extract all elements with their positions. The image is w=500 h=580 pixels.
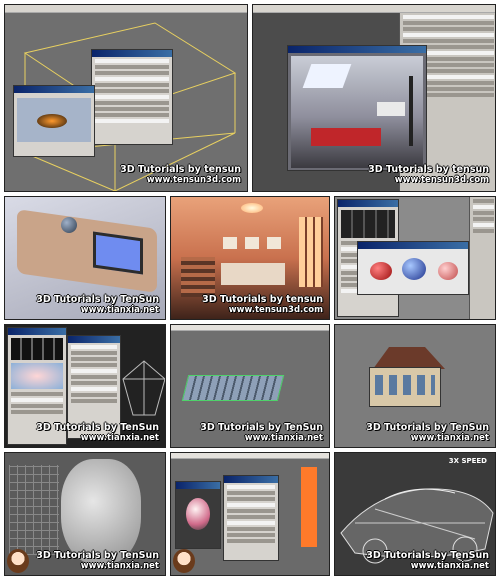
- app-menubar: [171, 325, 329, 331]
- caption-title: 3D Tutorials by tensun: [368, 164, 489, 175]
- tutorial-thumb-face-model[interactable]: 3D Tutorials by TenSun www.tianxia.net: [4, 452, 166, 576]
- caption-url: www.tianxia.net: [244, 433, 323, 443]
- watermark-caption: 3D Tutorials by TenSun www.tianxia.net: [366, 550, 489, 572]
- window-wall: [299, 217, 323, 287]
- tutorial-thumb-house-model[interactable]: 3D Tutorials by TenSun www.tianxia.net: [334, 324, 496, 448]
- material-slots: [341, 210, 395, 238]
- tutorial-thumb-building-viewport[interactable]: 3D Tutorials by TenSun www.tianxia.net: [170, 324, 330, 448]
- caption-title: 3D Tutorials by TenSun: [200, 422, 323, 433]
- attic-render-image: [291, 56, 423, 168]
- caption-url: www.tianxia.net: [80, 433, 159, 443]
- wall-frames: [223, 237, 283, 249]
- orange-panel: [301, 467, 317, 547]
- staircase: [181, 257, 215, 297]
- tutorial-thumb-device-model[interactable]: 3D Tutorials by TenSun www.tianxia.net: [4, 196, 166, 320]
- watermark-caption: 3D Tutorials by TenSun www.tianxia.net: [36, 422, 159, 444]
- tutorial-thumb-bedroom-render[interactable]: 3D Tutorials by tensun www.tensun3d.com: [170, 196, 330, 320]
- tutorial-thumb-glass-render[interactable]: [170, 452, 330, 576]
- app-menubar: [171, 453, 329, 459]
- watermark-caption: 3D Tutorials by tensun www.tensun3d.com: [368, 164, 489, 186]
- tutorial-thumb-gem-material[interactable]: 3D Tutorials by TenSun www.tianxia.net: [4, 324, 166, 448]
- render-frame-window[interactable]: [287, 45, 427, 171]
- blue-teapot: [402, 258, 426, 280]
- watermark-caption: 3D Tutorials by TenSun www.tianxia.net: [36, 550, 159, 572]
- building-model: [181, 375, 285, 401]
- caption-url: www.tianxia.net: [410, 561, 489, 571]
- app-menubar: [5, 5, 247, 13]
- tutorial-thumb-attic-render[interactable]: 3D Tutorials by tensun www.tensun3d.com: [252, 4, 496, 192]
- device-trackball: [61, 217, 77, 233]
- caption-title: 3D Tutorials by TenSun: [366, 422, 489, 433]
- gem-preview: [11, 363, 63, 389]
- ceiling-light: [241, 203, 263, 213]
- tutorial-thumb-render-dialog[interactable]: 3D Tutorials by tensun www.tensun3d.com: [4, 4, 248, 192]
- bed: [221, 263, 285, 285]
- grid-background: [9, 465, 59, 555]
- watermark-caption: 3D Tutorials by TenSun www.tianxia.net: [366, 422, 489, 444]
- caption-title: 3D Tutorials by tensun: [120, 164, 241, 175]
- caption-url: www.tensun3d.com: [146, 175, 241, 185]
- tutorial-thumb-material-editor[interactable]: [334, 196, 496, 320]
- mascot-icon: [173, 549, 195, 573]
- house-roof: [373, 347, 445, 369]
- teapot-render-window[interactable]: [357, 241, 469, 295]
- pink-teapot: [438, 262, 458, 280]
- caption-url: www.tianxia.net: [80, 561, 159, 571]
- mascot-icon: [7, 549, 29, 573]
- frame-buffer-window[interactable]: [13, 85, 95, 157]
- app-menubar: [253, 5, 495, 13]
- render-setup-dialog[interactable]: [91, 49, 173, 145]
- caption-title: 3D Tutorials by TenSun: [366, 550, 489, 561]
- tutorial-thumb-car-wireframe[interactable]: 3X SPEED 3D Tutorials by TenSun www.tian…: [334, 452, 496, 576]
- render-preview: [17, 98, 91, 142]
- watermark-caption: 3D Tutorials by tensun www.tensun3d.com: [202, 294, 323, 316]
- render-setup-dialog[interactable]: [223, 475, 279, 561]
- material-slots: [11, 338, 63, 360]
- red-teapot: [370, 262, 392, 280]
- device-screen: [93, 231, 143, 275]
- render-frame-window[interactable]: [175, 481, 221, 549]
- watermark-caption: 3D Tutorials by TenSun www.tianxia.net: [200, 422, 323, 444]
- gem-wireframe: [122, 360, 165, 416]
- caption-url: www.tensun3d.com: [394, 175, 489, 185]
- caption-title: 3D Tutorials by TenSun: [36, 294, 159, 305]
- watermark-caption: 3D Tutorials by tensun www.tensun3d.com: [120, 164, 241, 186]
- caption-title: 3D Tutorials by TenSun: [36, 422, 159, 433]
- caption-url: www.tianxia.net: [410, 433, 489, 443]
- glass-object: [186, 498, 210, 530]
- caption-title: 3D Tutorials by TenSun: [36, 550, 159, 561]
- watermark-caption: 3D Tutorials by TenSun www.tianxia.net: [36, 294, 159, 316]
- command-panel: [469, 197, 495, 319]
- house-windows: [375, 375, 435, 395]
- caption-url: www.tensun3d.com: [228, 305, 323, 315]
- caption-url: www.tianxia.net: [80, 305, 159, 315]
- caption-title: 3D Tutorials by tensun: [202, 294, 323, 305]
